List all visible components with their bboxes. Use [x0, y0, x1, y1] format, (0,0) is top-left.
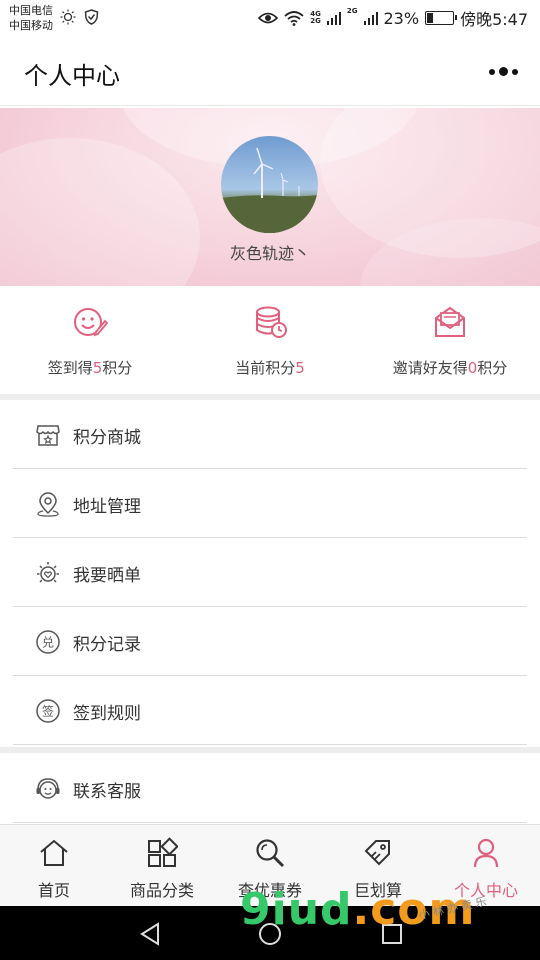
battery-level: [427, 13, 433, 23]
shield-icon: [84, 9, 99, 25]
tab-label: 商品分类: [129, 881, 194, 900]
menu-label: 我要晒单: [73, 566, 141, 586]
carrier-1: 中国电信: [9, 4, 53, 17]
stat-checkin-text: 签到得5积分: [0, 357, 180, 378]
more-dot: [499, 67, 508, 76]
stat-current-points-text: 当前积分5: [180, 357, 360, 378]
signal-icon-2: [363, 12, 378, 25]
stat-value: 5: [295, 359, 305, 377]
menu-item-checkin-rules[interactable]: 签 签到规则: [13, 676, 527, 745]
exchange-circle-icon: 兑: [36, 630, 60, 654]
carrier-2: 中国移动: [9, 19, 53, 32]
home-icon: [40, 839, 68, 866]
stat-value: 0: [467, 359, 478, 377]
battery-percent: 23%: [383, 8, 420, 28]
svg-text:兑: 兑: [42, 636, 54, 650]
section-divider: [0, 747, 540, 753]
more-menu-button[interactable]: [489, 67, 518, 76]
stat-value: 5: [92, 359, 103, 377]
stat-checkin[interactable]: 签到得5积分: [0, 286, 180, 394]
brightness-icon: [60, 9, 76, 25]
stat-label: 当前积分: [235, 359, 296, 377]
coins-icon: [256, 306, 287, 338]
username[interactable]: 灰色轨迹丶: [0, 240, 540, 264]
smile-pen-icon: [74, 308, 108, 337]
menu-label: 积分记录: [73, 635, 141, 655]
wifi-icon: [284, 10, 304, 26]
stat-label: 邀请好友得: [392, 359, 468, 377]
network-type-1: 4G 2G: [310, 10, 321, 25]
category-grid-icon: [148, 837, 178, 867]
points-stats: 签到得5积分 当前积分5 邀请好友得0积分: [0, 286, 540, 394]
menu-item-points-record[interactable]: 兑 积分记录: [13, 607, 527, 676]
envelope-icon: [435, 306, 465, 337]
watermark-text-1: 9iud: [240, 884, 353, 935]
wind-turbine-photo: [221, 147, 318, 233]
nav-bar: 个人中心: [0, 36, 540, 106]
stat-suffix: 积分: [477, 359, 508, 377]
menu-label: 积分商城: [73, 428, 141, 448]
stat-label: 签到得: [47, 359, 93, 377]
menu-item-address[interactable]: 地址管理: [13, 469, 527, 538]
avatar[interactable]: [221, 136, 318, 233]
menu-label: 地址管理: [73, 497, 141, 517]
svg-text:签: 签: [42, 704, 54, 719]
menu-label: 联系客服: [73, 782, 141, 802]
status-right: 4G 2G 2G 23% 傍晚5:47: [258, 6, 528, 30]
profile-banner: 灰色轨迹丶: [0, 108, 540, 286]
carrier-labels: 中国电信 中国移动: [9, 3, 53, 33]
page-title: 个人中心: [24, 62, 120, 90]
more-dot: [489, 68, 495, 75]
eye-icon: [258, 12, 279, 24]
status-bar: 中国电信 中国移动 4G 2G 2G 23% 傍晚5:47: [0, 0, 540, 36]
user-icon: [473, 838, 499, 868]
menu-item-customer-service[interactable]: 联系客服: [13, 754, 527, 823]
signal-icon-1: [326, 12, 341, 25]
tab-label: 首页: [37, 881, 70, 900]
menu-label: 签到规则: [73, 704, 141, 724]
stat-current-points[interactable]: 当前积分5: [180, 286, 360, 394]
customer-service-icon: [36, 778, 60, 799]
tab-categories[interactable]: 商品分类: [108, 825, 216, 906]
sign-circle-icon: 签: [36, 699, 60, 723]
status-left-icons: [60, 9, 99, 25]
menu-item-points-mall[interactable]: 积分商城: [13, 400, 527, 469]
location-pin-icon: [37, 492, 59, 517]
more-dot: [512, 68, 518, 75]
network-type-2: 2G: [346, 7, 358, 15]
store-icon: [36, 425, 60, 446]
status-time: 傍晚5:47: [460, 10, 528, 29]
tab-home[interactable]: 首页: [0, 825, 108, 906]
stat-suffix: 积分: [102, 359, 133, 377]
stat-invite-text: 邀请好友得0积分: [360, 357, 540, 378]
stat-invite[interactable]: 邀请好友得0积分: [360, 286, 540, 394]
battery-icon: [425, 11, 458, 25]
search-icon: [256, 839, 285, 868]
tag-icon: [364, 840, 390, 866]
sun-heart-icon: [37, 562, 59, 583]
back-icon[interactable]: [138, 922, 162, 946]
menu-item-share-order[interactable]: 我要晒单: [13, 538, 527, 607]
